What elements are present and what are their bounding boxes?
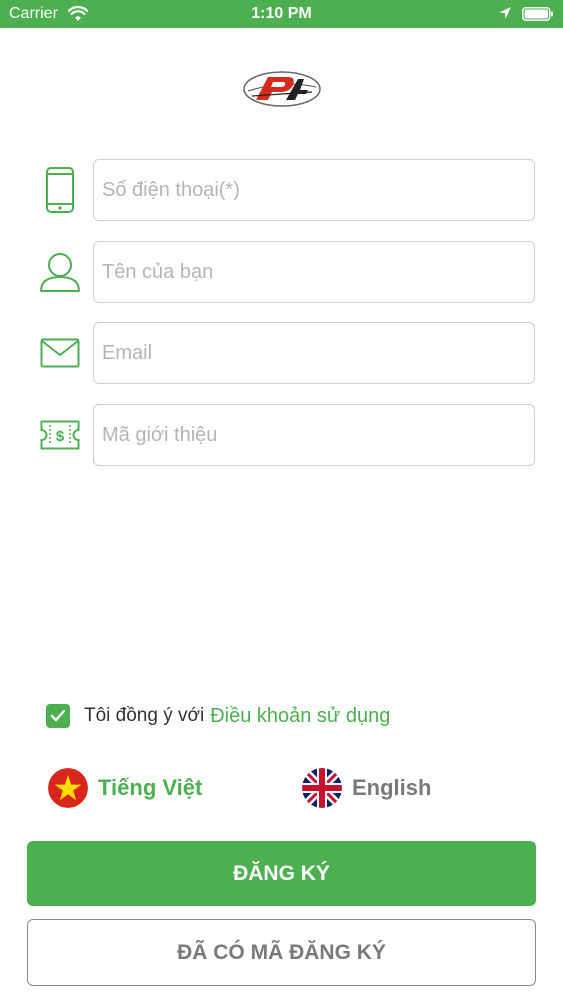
terms-agreement: Tôi đồng ý với Điều khoản sử dụng (46, 704, 390, 728)
location-arrow-icon (498, 6, 512, 25)
phone-icon (38, 165, 82, 215)
name-row (0, 241, 563, 303)
have-code-button[interactable]: ĐÃ CÓ MÃ ĐĂNG KÝ (27, 919, 536, 986)
terms-checkbox[interactable] (46, 704, 70, 728)
register-button[interactable]: ĐĂNG KÝ (27, 841, 536, 906)
agree-label: Tôi đồng ý với (84, 705, 205, 726)
battery-icon (522, 7, 554, 26)
language-english[interactable]: English (302, 767, 431, 809)
vietnam-flag-icon (48, 768, 88, 808)
name-input[interactable] (93, 241, 535, 303)
referral-input[interactable] (93, 404, 535, 466)
language-vietnamese[interactable]: Tiếng Việt (48, 767, 202, 809)
language-english-label: English (352, 775, 432, 800)
status-time: 1:10 PM (251, 5, 312, 22)
language-vietnamese-label: Tiếng Việt (98, 775, 203, 800)
envelope-icon (38, 328, 82, 378)
email-row (0, 322, 563, 384)
svg-text:$: $ (56, 428, 65, 445)
referral-row: $ (0, 404, 563, 466)
phone-row (0, 159, 563, 221)
email-input[interactable] (93, 322, 535, 384)
status-bar: Carrier 1:10 PM (0, 0, 563, 28)
terms-link[interactable]: Điều khoản sử dụng (210, 705, 390, 728)
checkmark-icon (50, 709, 66, 722)
user-icon (38, 247, 82, 297)
app-logo (242, 70, 322, 108)
ticket-icon: $ (38, 410, 82, 460)
uk-flag-icon (302, 768, 342, 808)
phone-input[interactable] (93, 159, 535, 221)
